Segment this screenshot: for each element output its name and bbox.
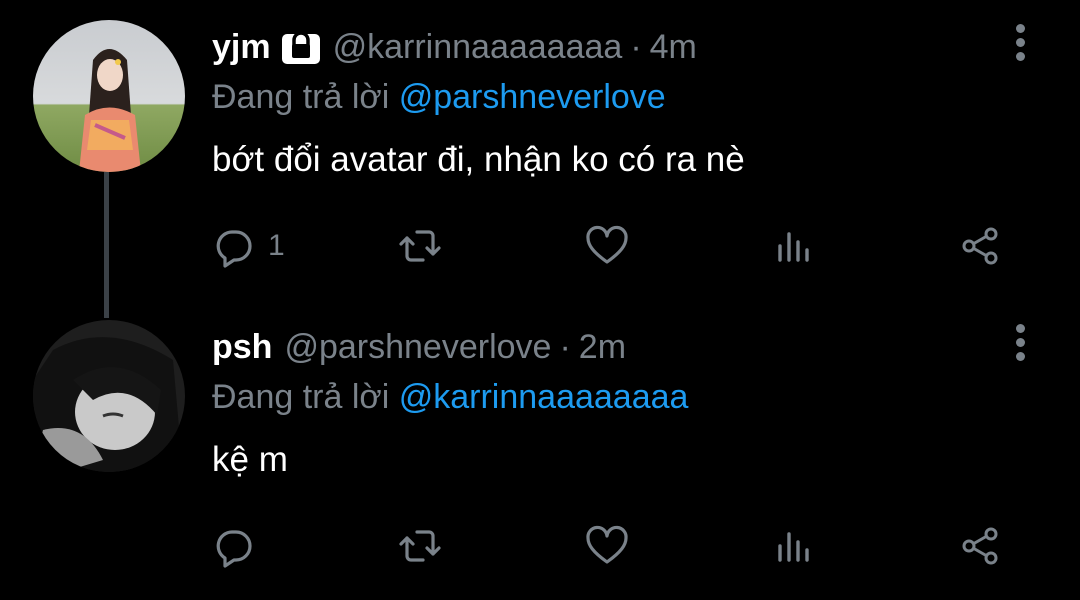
separator-dot: ·	[559, 327, 571, 366]
views-button[interactable]	[772, 522, 816, 570]
separator-dot: ·	[630, 27, 642, 66]
share-icon	[962, 227, 998, 265]
display-name[interactable]: yjm	[212, 28, 271, 67]
replying-to-label: Đang trả lời	[212, 78, 390, 116]
more-vertical-icon[interactable]	[1008, 24, 1032, 64]
tweet[interactable]: yjm @karrinnaaaaaaaa · 4m Đang trả lời @…	[0, 0, 1080, 318]
reply-button[interactable]: 1	[212, 222, 285, 270]
mention-link[interactable]: @karrinnaaaaaaaa	[399, 378, 689, 416]
tweet-header: psh @parshneverlove · 2m	[212, 327, 626, 367]
share-button[interactable]	[958, 522, 1002, 570]
tweet-text: bớt đổi avatar đi, nhận ko có ra nè	[212, 140, 745, 179]
timestamp[interactable]: 2m	[579, 328, 626, 367]
reply-button[interactable]	[212, 522, 268, 570]
avatar[interactable]	[33, 20, 185, 172]
like-icon	[586, 525, 628, 564]
views-button[interactable]	[772, 222, 816, 270]
replying-to-label: Đang trả lời	[212, 378, 390, 416]
like-button[interactable]	[585, 522, 629, 570]
tweet[interactable]: psh @parshneverlove · 2m Đang trả lời @k…	[0, 300, 1080, 600]
tweet-text: kệ m	[212, 440, 288, 479]
more-vertical-icon[interactable]	[1008, 324, 1032, 364]
like-icon	[586, 225, 628, 264]
reply-icon	[216, 530, 252, 568]
lock-icon	[281, 29, 321, 65]
mention-link[interactable]: @parshneverlove	[399, 78, 666, 116]
retweet-button[interactable]	[398, 222, 442, 270]
reply-icon	[216, 230, 252, 268]
retweet-button[interactable]	[398, 522, 442, 570]
share-icon	[962, 527, 998, 565]
views-icon	[778, 532, 809, 562]
user-handle[interactable]: @parshneverlove	[284, 328, 551, 367]
tweet-header: yjm @karrinnaaaaaaaa · 4m	[212, 27, 697, 67]
action-bar: 1	[212, 222, 1012, 270]
reply-count: 1	[268, 229, 285, 262]
views-icon	[778, 232, 809, 262]
thread-connector	[104, 172, 109, 318]
display-name[interactable]: psh	[212, 328, 272, 367]
user-handle[interactable]: @karrinnaaaaaaaa	[333, 28, 623, 67]
share-button[interactable]	[958, 222, 1002, 270]
retweet-icon	[399, 230, 441, 262]
avatar[interactable]	[33, 320, 185, 472]
replying-to: Đang trả lời @parshneverlove	[212, 78, 666, 117]
replying-to: Đang trả lời @karrinnaaaaaaaa	[212, 378, 688, 417]
timestamp[interactable]: 4m	[650, 28, 697, 67]
like-button[interactable]	[585, 222, 629, 270]
action-bar	[212, 522, 1012, 570]
retweet-icon	[399, 530, 441, 562]
